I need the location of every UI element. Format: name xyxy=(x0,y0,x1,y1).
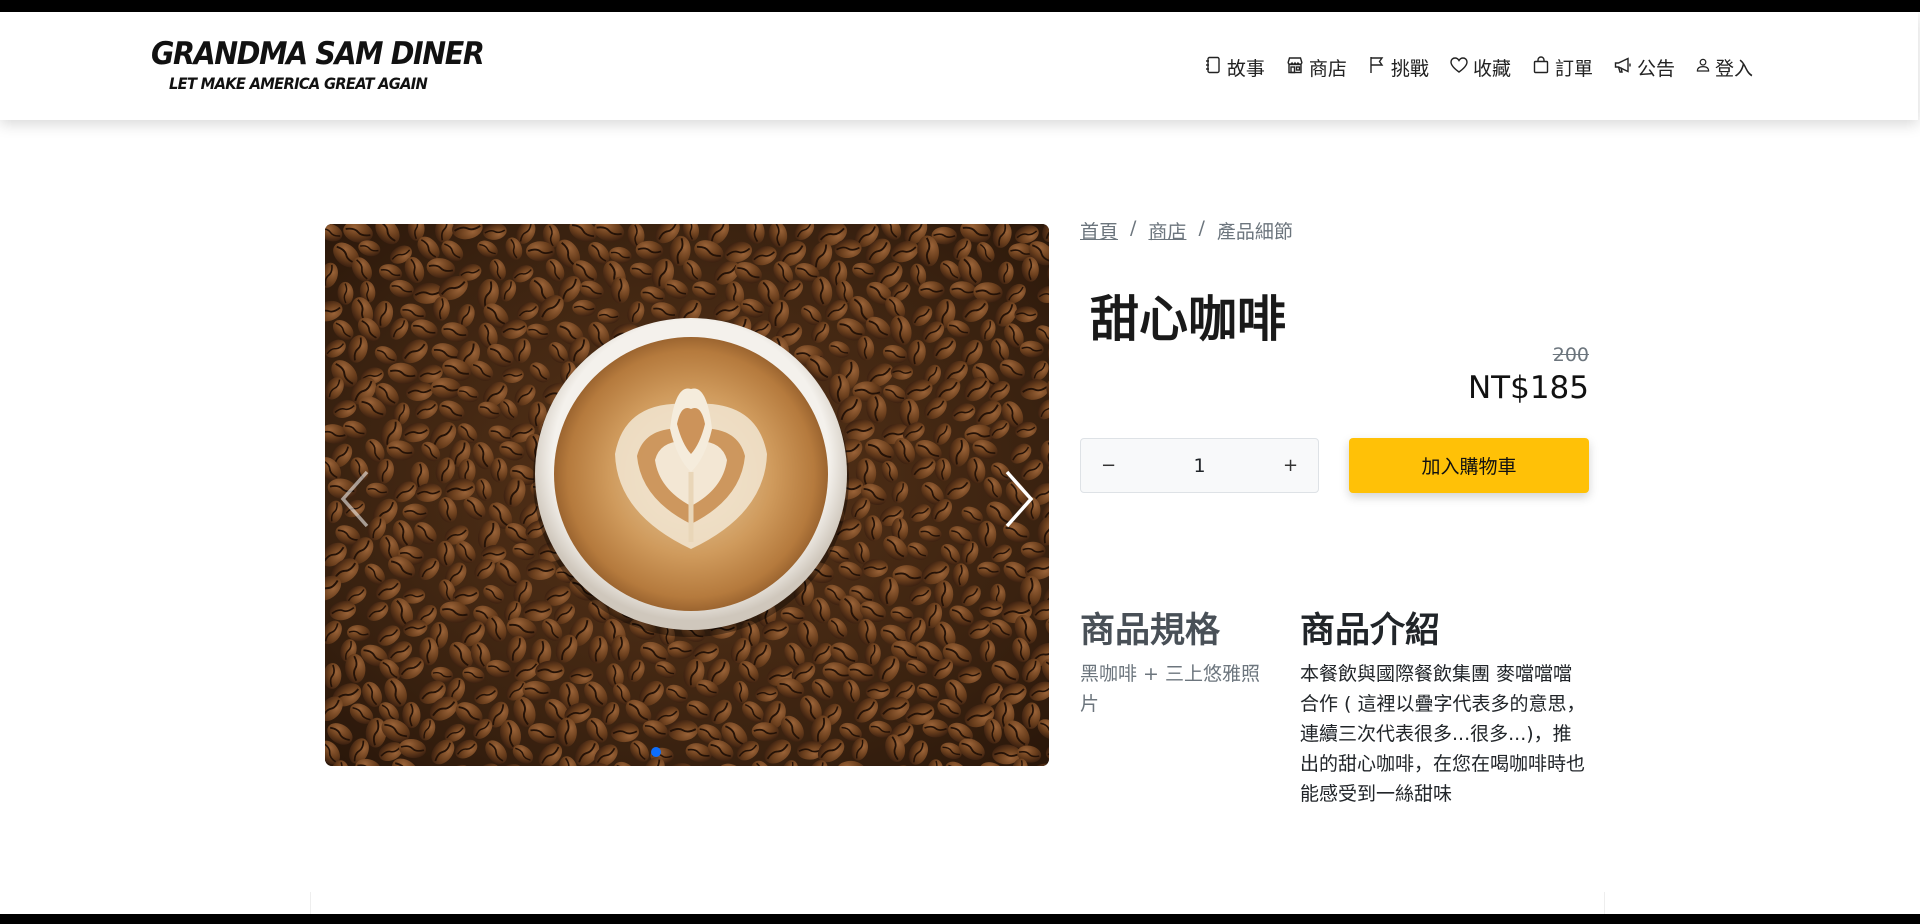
heart-icon xyxy=(1449,55,1469,80)
nav-item-story[interactable]: 故事 xyxy=(1203,54,1265,81)
add-to-cart-button[interactable]: 加入購物車 xyxy=(1349,438,1589,493)
nav-item-announcements[interactable]: 公告 xyxy=(1613,54,1675,81)
nav-item-label: 公告 xyxy=(1636,57,1675,80)
spec-text: 黑咖啡 + 三上悠雅照片 xyxy=(1080,663,1260,715)
main-nav: 故事 商店 挑戰 收藏 訂單 公告 登入 xyxy=(1203,52,1753,82)
product-title: 甜心咖啡 xyxy=(1090,291,1287,348)
nav-item-label: 登入 xyxy=(1714,57,1753,80)
chevron-left-icon xyxy=(340,470,369,528)
carousel-next-button[interactable] xyxy=(993,464,1043,534)
nav-item-favorites[interactable]: 收藏 xyxy=(1449,54,1511,81)
megaphone-icon xyxy=(1613,55,1633,80)
brand-subtitle: LET MAKE AMERICA GREAT AGAIN xyxy=(169,74,428,93)
breadcrumb-current: 產品細節 xyxy=(1216,221,1293,243)
quantity-stepper: − 1 + xyxy=(1080,438,1319,493)
sale-price: NT$185 xyxy=(1467,370,1589,406)
person-icon xyxy=(1695,56,1711,78)
footer-edge xyxy=(310,892,1605,914)
breadcrumb-separator: / xyxy=(1198,217,1205,239)
breadcrumb-separator: / xyxy=(1130,217,1137,239)
spec-heading: 商品規格 xyxy=(1080,611,1221,651)
nav-item-label: 商店 xyxy=(1308,57,1347,80)
product-image-carousel[interactable] xyxy=(325,224,1049,766)
breadcrumb-shop-link[interactable]: 商店 xyxy=(1148,217,1186,244)
decrease-quantity-button[interactable]: − xyxy=(1081,439,1136,492)
intro-text: 本餐飲與國際餐飲集團 麥噹噹噹 合作 ( 這裡以疊字代表多的意思，連續三次代表很… xyxy=(1300,663,1586,805)
nav-item-label: 挑戰 xyxy=(1390,57,1429,80)
breadcrumb-home-link[interactable]: 首頁 xyxy=(1080,217,1118,244)
carousel-indicator[interactable] xyxy=(651,747,661,757)
increase-quantity-button[interactable]: + xyxy=(1263,439,1318,492)
flag-icon xyxy=(1367,55,1387,80)
nav-item-shop[interactable]: 商店 xyxy=(1285,54,1347,81)
nav-item-login[interactable]: 登入 xyxy=(1695,54,1753,81)
chevron-right-icon xyxy=(1005,470,1034,528)
brand-logo[interactable]: GRANDMA SAM DINER LET MAKE AMERICA GREAT… xyxy=(151,36,485,96)
nav-item-label: 故事 xyxy=(1226,57,1265,80)
brand-title: GRANDMA SAM DINER xyxy=(151,36,485,72)
bag-icon xyxy=(1531,55,1551,80)
journal-icon xyxy=(1203,55,1223,80)
page: GRANDMA SAM DINER LET MAKE AMERICA GREAT… xyxy=(0,12,1920,914)
shop-icon xyxy=(1285,55,1305,80)
nav-item-label: 訂單 xyxy=(1554,57,1593,80)
carousel-prev-button[interactable] xyxy=(331,464,381,534)
intro-heading: 商品介紹 xyxy=(1300,611,1441,651)
navbar: GRANDMA SAM DINER LET MAKE AMERICA GREAT… xyxy=(0,12,1918,120)
nav-item-orders[interactable]: 訂單 xyxy=(1531,54,1593,81)
nav-item-challenge[interactable]: 挑戰 xyxy=(1367,54,1429,81)
nav-item-label: 收藏 xyxy=(1472,57,1511,80)
quantity-input[interactable]: 1 xyxy=(1136,455,1263,477)
product-photo xyxy=(325,224,1049,766)
breadcrumb: 首頁 / 商店 / 產品細節 xyxy=(1080,217,1293,244)
original-price: 200 xyxy=(1552,344,1589,366)
